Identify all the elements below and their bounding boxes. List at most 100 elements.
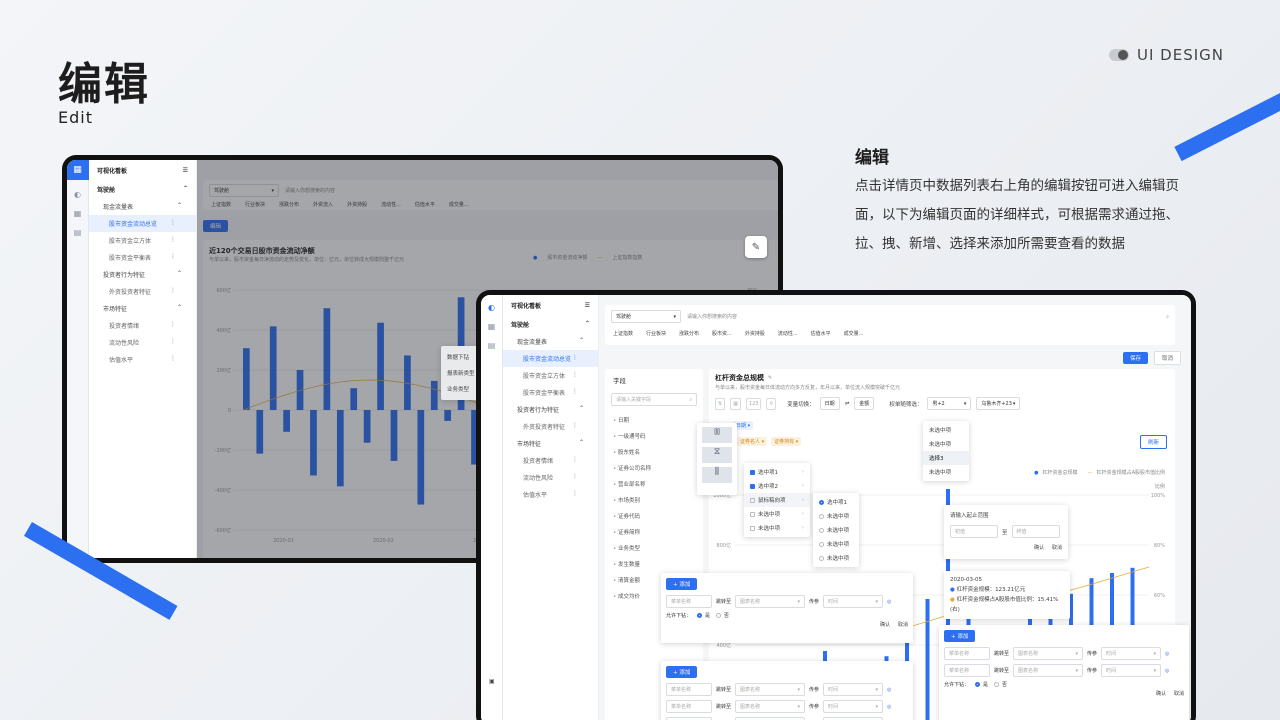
nav-item[interactable]: 流动性风险 ⋮ [503,469,598,486]
share-icon[interactable]: ⚲ [766,397,777,410]
drill-cancel[interactable]: 取消 [1174,690,1184,697]
filter-option[interactable]: 未选中项 [923,465,969,479]
radio-option[interactable]: 未选中项 [813,523,859,537]
nav-group[interactable]: 现金流量表 [103,202,133,211]
chart-name-select[interactable]: 图表名称▾ [1013,647,1084,660]
var-b-select[interactable]: 金额 [854,397,875,410]
nav-item[interactable]: 股市资金立方体 ⋮ [89,232,196,249]
menu-name-input[interactable]: 菜单名称 [944,664,990,677]
dashboard-icon[interactable]: ◐ [74,190,81,199]
settings-icon[interactable]: ▣ [489,678,495,685]
nav-item[interactable]: 投资者情绪 ⋮ [503,452,598,469]
info-icon[interactable]: ◎ [887,704,891,710]
box-plot-icon[interactable]: ⫾⫾ [702,427,732,443]
filter-a-select[interactable]: 男+2 ▾ [927,397,972,410]
tab-item[interactable]: 行业板块 [646,330,666,337]
nav-group[interactable]: 投资者行为特征 [517,405,559,414]
nav-header[interactable]: 驾驶舱 [97,185,115,194]
menu-icon[interactable]: ☰ [183,167,188,174]
var-a-select[interactable]: 日期 [819,397,840,410]
menu-name-input[interactable]: 菜单名称 [944,647,990,660]
add-button[interactable]: + 添加 [944,630,976,642]
field-item[interactable]: • 证券公司名称 [613,460,695,476]
drill-no-radio[interactable]: 否 [716,612,729,619]
field-item[interactable]: • 发生数量 [613,556,695,572]
nav-item[interactable]: 外资投资者特征 ⋮ [89,283,196,300]
nav-item[interactable]: 投资者情绪 ⋮ [89,317,196,334]
nav-item[interactable]: 股市资金平衡表 ⋮ [503,384,598,401]
drill-confirm[interactable]: 确认 [880,621,890,628]
table-icon[interactable]: ▤ [74,228,82,237]
scope-select[interactable]: 驾驶舱 ▾ [611,310,681,323]
param-select[interactable]: 时间▾ [823,595,884,608]
info-icon[interactable]: ◎ [1165,668,1169,674]
tab-item[interactable]: 涨跌分布 [679,330,699,337]
param-select[interactable]: 时间▾ [1101,647,1162,660]
param-select[interactable]: 时间▾ [1101,664,1162,677]
add-button[interactable]: + 添加 [666,578,698,590]
field-item[interactable]: • 日期 [613,412,695,428]
menu-name-input[interactable]: 菜单名称 [666,700,712,713]
tab-item[interactable]: 估值水平 [811,330,831,337]
cancel-button[interactable]: 取消 [1153,351,1181,365]
nav-item[interactable]: 股市资金平衡表 ⋮ [89,249,196,266]
info-icon[interactable]: ◎ [887,599,891,605]
edit-pencil-icon[interactable]: ✎ [745,236,767,258]
nav-item[interactable]: 外资投资者特征 ⋮ [503,418,598,435]
nav-group[interactable]: 投资者行为特征 [103,270,145,279]
field-item[interactable]: • 证券代码 [613,508,695,524]
nav-item[interactable]: 股市资金立方体 ⋮ [503,367,598,384]
menu-name-input[interactable]: 菜单名称 [666,595,712,608]
nav-group[interactable]: 市场特征 [103,304,127,313]
checkbox-option[interactable]: 鼠标稿向项 › [744,493,810,507]
info-icon[interactable]: ◎ [887,687,891,693]
field-item[interactable]: • 业务类型 [613,540,695,556]
edit-title-icon[interactable]: ✎ [768,375,772,381]
drill-yes-radio[interactable]: 是 [697,612,710,619]
table-icon[interactable]: ▤ [488,341,496,350]
tab-item[interactable]: 上证指数 [613,330,633,337]
info-icon[interactable]: ◎ [1165,651,1169,657]
range-to-input[interactable]: 终值 [1011,525,1060,538]
swap-icon[interactable]: ⇌ [845,401,850,407]
filter-option[interactable]: 未选中项 [923,437,969,451]
sort-icon[interactable]: ⇅ [715,397,726,410]
dashboard-icon[interactable]: ◐ [488,303,495,312]
radio-option[interactable]: 未选中项 [813,509,859,523]
checkbox-option[interactable]: 选中项1 › [744,465,810,479]
tab-item[interactable]: 流动性... [778,330,798,337]
search-icon[interactable]: ⌕ [1166,314,1169,320]
tab-item[interactable]: 股市资... [712,330,732,337]
param-select[interactable]: 时间▾ [823,700,884,713]
filter-tag-b[interactable]: 证券持有 ▾ [771,437,802,446]
radio-option[interactable]: 未选中项 [813,537,859,551]
drill-yes-radio[interactable]: 是 [975,681,988,688]
drill-confirm[interactable]: 确认 [1156,690,1166,697]
chart-name-select[interactable]: 图表名称▾ [735,700,806,713]
field-item[interactable]: • 市场类别 [613,492,695,508]
param-select[interactable]: 时间▾ [823,683,884,696]
drill-no-radio[interactable]: 否 [994,681,1007,688]
filter-option[interactable]: 未选中项 [923,423,969,437]
calendar-icon[interactable]: ▦ [730,397,741,410]
tab-item[interactable]: 外资持股 [745,330,765,337]
grid-icon[interactable]: ▦ [74,209,82,218]
nav-group[interactable]: 市场特征 [517,439,541,448]
nav-header[interactable]: 驾驶舱 [511,320,529,329]
chart-name-select[interactable]: 图表名称▾ [735,683,806,696]
checkbox-option[interactable]: 选中项2 › [744,479,810,493]
field-item[interactable]: • 证券简称 [613,524,695,540]
candlestick-icon[interactable]: ⫼ [702,467,732,483]
range-from-input[interactable]: 初值 [950,525,998,538]
filter-tag-a[interactable]: 证券名人 ▾ [737,437,768,446]
save-button[interactable]: 保存 [1122,352,1148,364]
field-item[interactable]: • 一级通号码 [613,428,695,444]
drill-cancel[interactable]: 取消 [898,621,908,628]
chart-name-select[interactable]: 图表名称▾ [735,595,806,608]
nav-group[interactable]: 现金流量表 [517,337,547,346]
radio-option[interactable]: 未选中项 [813,551,859,565]
filter-option[interactable]: 选择3 [923,451,969,465]
range-cancel[interactable]: 取消 [1052,544,1062,551]
menu-name-input[interactable]: 菜单名称 [666,683,712,696]
nav-item[interactable]: 估值水平 ⋮ [503,486,598,503]
